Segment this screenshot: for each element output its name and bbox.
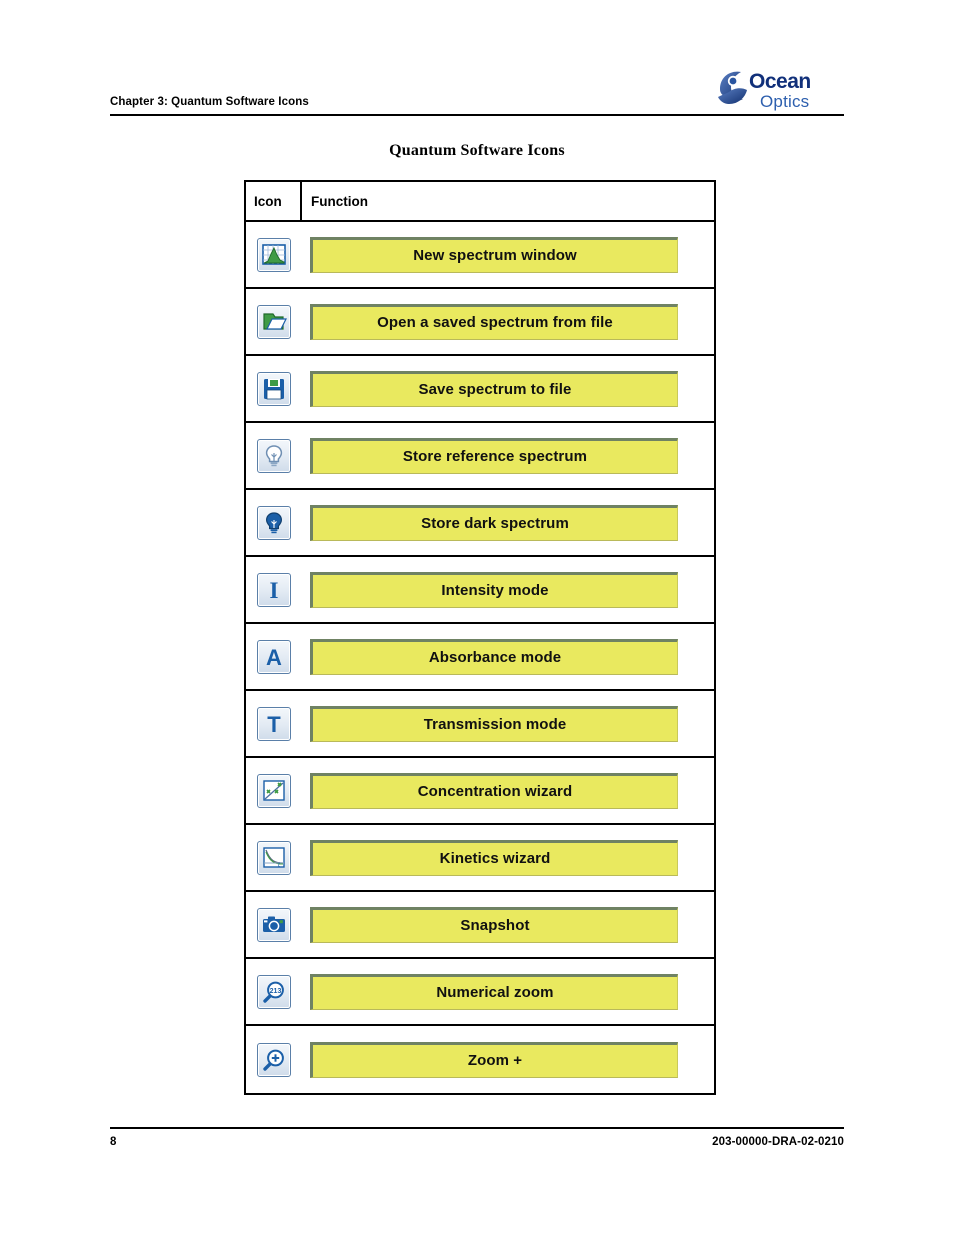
function-label: Numerical zoom (436, 984, 554, 1001)
function-cell: Store dark spectrum (302, 490, 714, 555)
numerical-zoom-digits: 213 (270, 988, 282, 995)
function-label: Snapshot (460, 917, 530, 934)
table-row[interactable]: Store reference spectrum (246, 423, 714, 490)
icon-cell (246, 423, 302, 488)
icon-cell (246, 289, 302, 354)
ocean-optics-logo: Ocean Optics (716, 68, 846, 114)
icon-cell: I (246, 557, 302, 622)
function-bar[interactable]: Numerical zoom (310, 973, 678, 1010)
function-label: Intensity mode (441, 582, 549, 599)
table-title: Quantum Software Icons (389, 142, 565, 159)
open-folder-icon[interactable] (257, 304, 291, 339)
function-label: Transmission mode (423, 716, 567, 733)
icon-cell: 213 (246, 959, 302, 1024)
function-bar[interactable]: Concentration wizard (310, 772, 678, 809)
function-bar[interactable]: Kinetics wizard (310, 839, 678, 876)
function-cell: Snapshot (302, 892, 714, 957)
chapter-title: Chapter 3: Quantum Software Icons (110, 96, 309, 108)
function-cell: Concentration wizard (302, 758, 714, 823)
function-label: Store reference spectrum (402, 448, 588, 465)
document-page: Chapter 3: Quantum Software Icons Ocean … (0, 0, 954, 1235)
function-bar[interactable]: Intensity mode (310, 571, 678, 608)
table-row[interactable]: Open a saved spectrum from file (246, 289, 714, 356)
lightbulb-outline-icon[interactable] (257, 438, 291, 473)
table-row[interactable]: A Absorbance mode (246, 624, 714, 691)
header-rule (110, 114, 844, 116)
function-cell: Numerical zoom (302, 959, 714, 1024)
table-row[interactable]: T Transmission mode (246, 691, 714, 758)
table-row[interactable]: Store dark spectrum (246, 490, 714, 557)
column-header-function: Function (311, 193, 368, 209)
function-label: Zoom + (467, 1052, 523, 1069)
icon-cell: t (246, 825, 302, 890)
icon-cell (246, 1026, 302, 1093)
column-header-icon: Icon (246, 182, 302, 220)
function-cell: New spectrum window (302, 222, 714, 287)
letter-a-icon[interactable]: A (257, 639, 291, 674)
icon-cell: T (246, 691, 302, 756)
page-number: 8 (110, 1136, 117, 1148)
footer-rule (110, 1127, 844, 1129)
function-label: Absorbance mode (428, 649, 562, 666)
icon-cell (246, 490, 302, 555)
function-label: Kinetics wizard (439, 850, 551, 867)
function-cell: Absorbance mode (302, 624, 714, 689)
function-bar[interactable]: Save spectrum to file (310, 370, 678, 407)
transmission-letter: T (267, 712, 281, 737)
function-label: Store dark spectrum (421, 515, 569, 532)
icon-cell (246, 356, 302, 421)
letter-i-icon[interactable]: I (257, 572, 291, 607)
function-bar[interactable]: Store dark spectrum (310, 504, 678, 541)
function-bar[interactable]: Open a saved spectrum from file (310, 303, 678, 340)
icon-cell (246, 222, 302, 287)
function-label: Save spectrum to file (418, 381, 572, 398)
absorbance-letter: A (266, 645, 282, 670)
function-cell: Open a saved spectrum from file (302, 289, 714, 354)
function-cell: Intensity mode (302, 557, 714, 622)
icon-cell: A (246, 624, 302, 689)
table-row[interactable]: New spectrum window (246, 222, 714, 289)
table-row[interactable]: I Intensity mode (246, 557, 714, 624)
magnifier-number-icon[interactable]: 213 (257, 974, 291, 1009)
lightbulb-filled-icon[interactable] (257, 505, 291, 540)
svg-text:Optics: Optics (760, 92, 809, 111)
function-bar[interactable]: Transmission mode (310, 705, 678, 742)
letter-t-icon[interactable]: T (257, 706, 291, 741)
svg-text:Ocean: Ocean (749, 70, 811, 93)
function-label: Open a saved spectrum from file (377, 314, 613, 331)
function-cell: Save spectrum to file (302, 356, 714, 421)
table-row[interactable]: Zoom + (246, 1026, 714, 1093)
icon-cell (246, 892, 302, 957)
icons-table: Icon Function New spectrum window Open a… (244, 180, 716, 1095)
icon-cell (246, 758, 302, 823)
function-cell: Transmission mode (302, 691, 714, 756)
document-code: 203-00000-DRA-02-0210 (712, 1136, 844, 1148)
table-header-row: Icon Function (246, 182, 714, 222)
function-label: Concentration wizard (417, 783, 573, 800)
floppy-disk-save-icon[interactable] (257, 371, 291, 406)
table-row[interactable]: 213 Numerical zoom (246, 959, 714, 1026)
function-cell: Store reference spectrum (302, 423, 714, 488)
decay-curve-icon[interactable]: t (257, 840, 291, 875)
intensity-letter: I (270, 578, 279, 603)
function-bar[interactable]: Absorbance mode (310, 638, 678, 675)
table-row[interactable]: Snapshot (246, 892, 714, 959)
scatter-regression-icon[interactable] (257, 773, 291, 808)
camera-icon[interactable] (257, 907, 291, 942)
spectrum-window-icon[interactable] (257, 237, 291, 272)
function-cell: Zoom + (302, 1026, 714, 1093)
function-bar[interactable]: Store reference spectrum (310, 437, 678, 474)
function-label: New spectrum window (413, 247, 577, 264)
table-row[interactable]: Save spectrum to file (246, 356, 714, 423)
function-bar[interactable]: Zoom + (310, 1041, 678, 1078)
function-bar[interactable]: New spectrum window (310, 236, 678, 273)
magnifier-plus-icon[interactable] (257, 1042, 291, 1077)
function-cell: Kinetics wizard (302, 825, 714, 890)
table-row[interactable]: t Kinetics wizard (246, 825, 714, 892)
table-row[interactable]: Concentration wizard (246, 758, 714, 825)
function-bar[interactable]: Snapshot (310, 906, 678, 943)
